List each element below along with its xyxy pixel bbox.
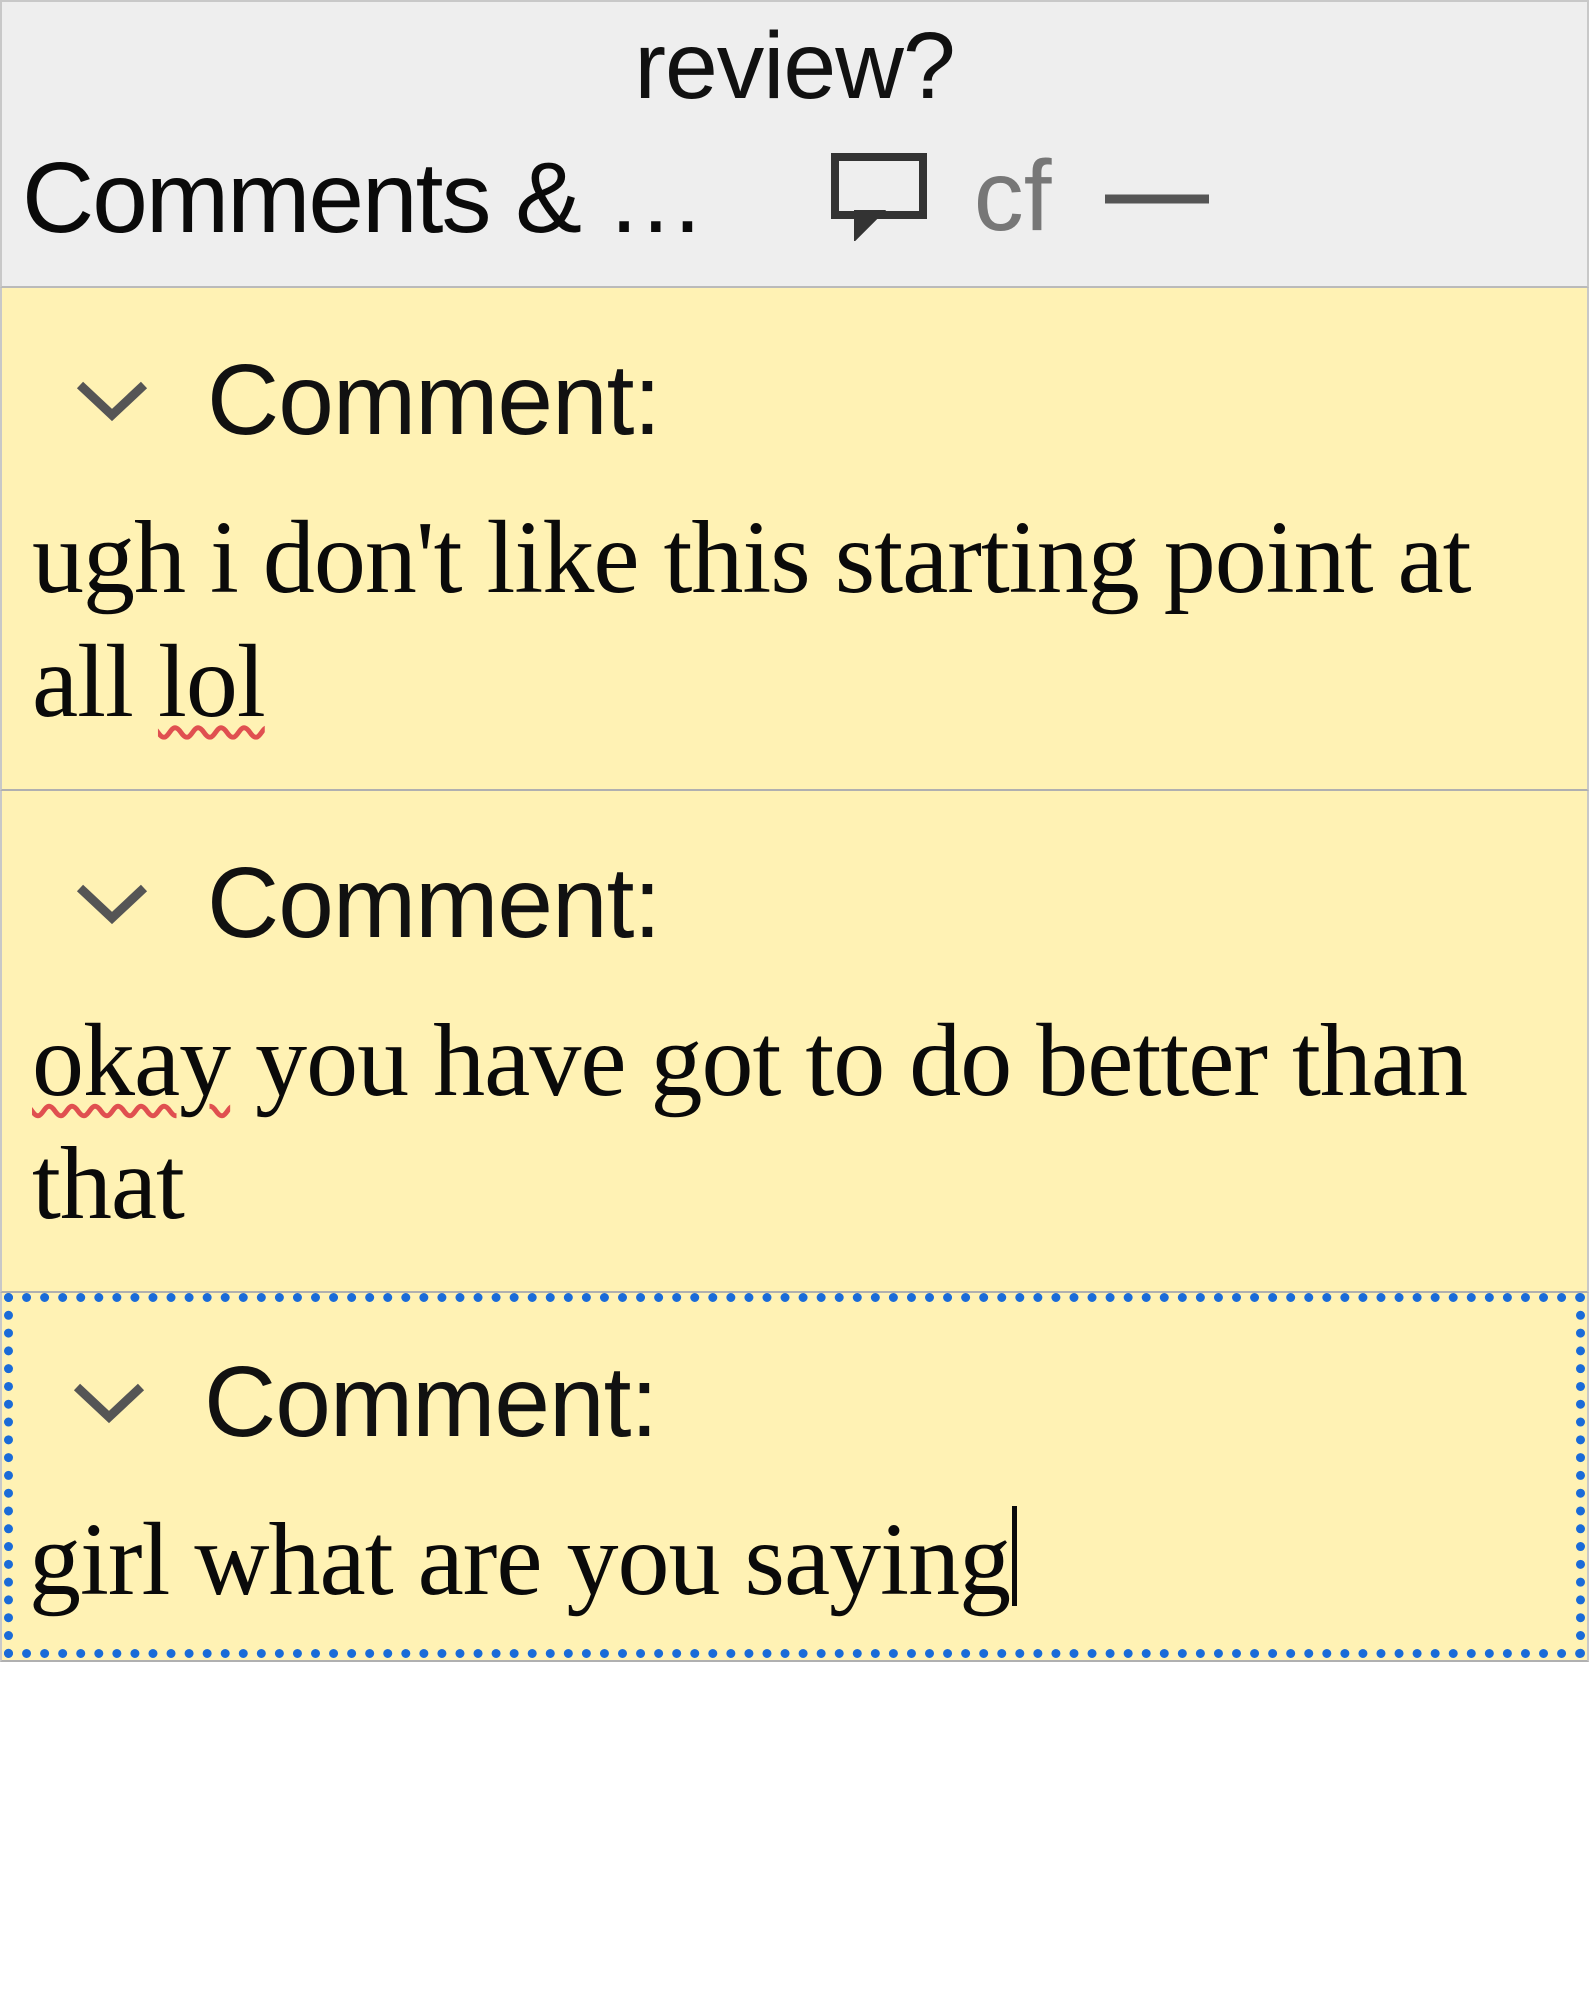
comment-body-editing[interactable]: girl what are you saying — [29, 1498, 1560, 1622]
comment-item-selected[interactable]: Comment: girl what are you saying — [0, 1293, 1589, 1662]
spellcheck-underline: lol — [158, 624, 265, 739]
comment-header[interactable]: Comment: — [29, 1345, 1560, 1460]
comment-header[interactable]: Comment: — [32, 343, 1557, 458]
comment-body[interactable]: okay you have got to do better than that — [32, 999, 1557, 1247]
comment-bubble-icon[interactable] — [829, 151, 929, 241]
comments-list: Comment: ugh i don't like this starting … — [0, 288, 1589, 2000]
comment-label: Comment: — [207, 846, 660, 961]
chevron-down-icon[interactable] — [69, 1375, 149, 1430]
spellcheck-underline: okay — [32, 1003, 230, 1118]
comment-item[interactable]: Comment: okay you have got to do better … — [0, 791, 1589, 1294]
minimize-icon[interactable] — [1097, 159, 1217, 239]
panel-label: Comments & … — [22, 141, 704, 256]
panel-header: review? — [0, 0, 1589, 141]
comment-body[interactable]: ugh i don't like this starting point at … — [32, 496, 1557, 744]
comment-header[interactable]: Comment: — [32, 846, 1557, 961]
cf-label[interactable]: cf — [974, 139, 1052, 254]
comment-item[interactable]: Comment: ugh i don't like this starting … — [0, 288, 1589, 791]
text-cursor — [1012, 1506, 1017, 1606]
document-reference-title: review? — [2, 12, 1587, 121]
chevron-down-icon[interactable] — [72, 876, 152, 931]
comments-panel: review? Comments & … cf — [0, 0, 1589, 2000]
comment-label: Comment: — [207, 343, 660, 458]
panel-toolbar: Comments & … cf — [0, 141, 1589, 288]
chevron-down-icon[interactable] — [72, 373, 152, 428]
comment-label: Comment: — [204, 1345, 657, 1460]
